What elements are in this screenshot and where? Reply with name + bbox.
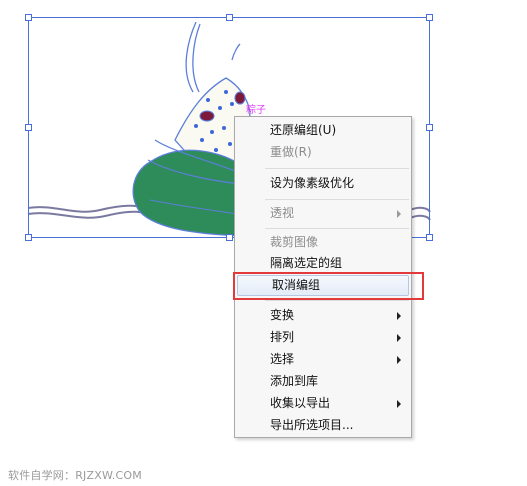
menu-item-label: 导出所选项目...: [270, 418, 354, 432]
handle-middle-right: [426, 124, 433, 131]
menu-item-collect-for-export[interactable]: 收集以导出: [236, 393, 410, 414]
menu-item-label: 隔离选定的组: [270, 256, 343, 270]
handle-top-right: [426, 14, 433, 21]
submenu-arrow-icon: [397, 312, 401, 320]
menu-separator: [265, 168, 409, 169]
menu-item-transform[interactable]: 变换: [236, 305, 410, 326]
watermark: 软件自学网：RJZXW.COM: [8, 469, 142, 482]
menu-item-label: 选择: [270, 352, 295, 366]
menu-item-arrange[interactable]: 排列: [236, 327, 410, 348]
menu-item-label: 添加到库: [270, 374, 319, 388]
menu-item-pixel-perfect[interactable]: 设为像素级优化: [236, 173, 410, 194]
menu-item-select[interactable]: 选择: [236, 349, 410, 370]
menu-separator: [265, 228, 409, 229]
handle-middle-left: [25, 124, 32, 131]
menu-item-undo-group[interactable]: 还原编组(U): [236, 120, 410, 141]
handle-bottom-middle: [226, 234, 233, 241]
highlight-annotation-frame: [233, 272, 424, 300]
object-label: 粽子: [246, 103, 266, 116]
menu-item-redo[interactable]: 重做(R): [236, 142, 410, 163]
menu-item-label: 重做(R): [270, 145, 312, 159]
handle-bottom-left: [25, 234, 32, 241]
menu-separator: [265, 199, 409, 200]
handle-top-left: [25, 14, 32, 21]
menu-item-label: 收集以导出: [270, 396, 331, 410]
menu-item-crop-image[interactable]: 裁剪图像: [236, 232, 410, 253]
menu-item-add-to-library[interactable]: 添加到库: [236, 371, 410, 392]
menu-item-label: 排列: [270, 330, 295, 344]
submenu-arrow-icon: [397, 334, 401, 342]
menu-item-label: 透视: [270, 206, 295, 220]
menu-item-perspective[interactable]: 透视: [236, 203, 410, 224]
menu-item-export-selection[interactable]: 导出所选项目...: [236, 415, 410, 436]
menu-item-label: 设为像素级优化: [270, 176, 355, 190]
menu-separator: [265, 300, 409, 301]
submenu-arrow-icon: [397, 400, 401, 408]
submenu-arrow-icon: [397, 356, 401, 364]
handle-bottom-right: [426, 234, 433, 241]
handle-top-middle: [226, 14, 233, 21]
menu-item-label: 还原编组(U): [270, 123, 337, 137]
submenu-arrow-icon: [397, 210, 401, 218]
menu-item-label: 裁剪图像: [270, 235, 319, 249]
menu-item-isolate-group[interactable]: 隔离选定的组: [236, 253, 410, 274]
menu-item-label: 变换: [270, 308, 295, 322]
